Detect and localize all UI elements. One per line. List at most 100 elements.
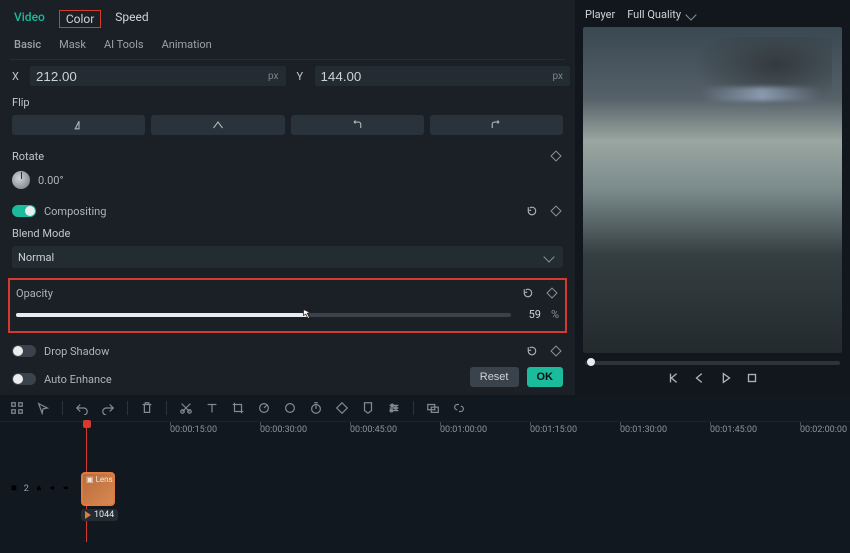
layer-icon[interactable] <box>10 484 18 495</box>
lock-icon[interactable] <box>35 484 43 495</box>
grid-icon[interactable] <box>10 401 24 415</box>
play-button[interactable] <box>719 371 733 385</box>
compositing-keyframe-icon[interactable] <box>549 204 563 218</box>
tick: 00:01:15:00 <box>530 425 577 435</box>
tab-video[interactable]: Video <box>14 10 45 28</box>
link-icon[interactable] <box>452 401 466 415</box>
picture-icon: ▣ <box>86 475 94 484</box>
keyframe-icon[interactable] <box>335 401 349 415</box>
cursor-icon <box>302 308 314 320</box>
rotate-left-button[interactable] <box>291 115 424 135</box>
adjust-icon[interactable] <box>387 401 401 415</box>
tick: 00:01:00:00 <box>440 425 487 435</box>
playback-scrubber[interactable] <box>585 361 840 365</box>
flip-horizontal-button[interactable] <box>12 115 145 135</box>
flip-label: Flip <box>12 96 563 109</box>
dropshadow-reset-icon[interactable] <box>525 344 539 358</box>
cut-icon[interactable] <box>179 401 193 415</box>
blend-mode-select[interactable]: Normal <box>12 246 563 268</box>
blend-label: Blend Mode <box>12 227 563 240</box>
ok-button[interactable]: OK <box>527 367 564 387</box>
opacity-value: 59 <box>521 308 541 321</box>
opacity-reset-icon[interactable] <box>521 286 535 300</box>
x-unit: px <box>268 71 279 82</box>
player-label: Player <box>585 8 615 21</box>
opacity-label: Opacity <box>16 287 53 300</box>
dropshadow-toggle[interactable] <box>12 345 36 357</box>
tick: 00:00:15:00 <box>170 425 217 435</box>
chevron-down-icon <box>685 9 696 20</box>
prev-button[interactable] <box>667 371 681 385</box>
pointer-icon[interactable] <box>36 401 50 415</box>
compositing-reset-icon[interactable] <box>525 204 539 218</box>
compositing-label: Compositing <box>44 205 106 218</box>
subtab-mask[interactable]: Mask <box>59 38 86 51</box>
eye-icon[interactable] <box>62 484 70 495</box>
rotate-right-button[interactable] <box>430 115 563 135</box>
video-preview[interactable] <box>583 27 842 353</box>
timeline-ruler[interactable]: 00:00:15:00 00:00:30:00 00:00:45:00 00:0… <box>80 422 850 442</box>
opacity-slider[interactable] <box>16 313 511 317</box>
redo-icon[interactable] <box>101 401 115 415</box>
mute-icon[interactable] <box>49 484 57 495</box>
tab-speed[interactable]: Speed <box>115 10 148 28</box>
group-icon[interactable] <box>426 401 440 415</box>
flip-vertical-button[interactable] <box>151 115 284 135</box>
speed-icon[interactable] <box>257 401 271 415</box>
marker-icon[interactable] <box>361 401 375 415</box>
top-tabs: Video Color Speed <box>10 8 565 34</box>
tick: 00:01:45:00 <box>710 425 757 435</box>
undo-icon[interactable] <box>75 401 89 415</box>
trash-icon[interactable] <box>140 401 154 415</box>
color-icon[interactable] <box>283 401 297 415</box>
tick: 00:00:45:00 <box>350 425 397 435</box>
quality-select[interactable]: Full Quality <box>627 8 699 21</box>
inspector-panel: Video Color Speed Basic Mask AI Tools An… <box>0 0 575 395</box>
blend-value: Normal <box>18 251 54 264</box>
subtab-basic[interactable]: Basic <box>14 38 41 51</box>
timeline-toolbar <box>0 395 850 422</box>
timer-icon[interactable] <box>309 401 323 415</box>
sub-tabs: Basic Mask AI Tools Animation <box>10 34 565 60</box>
opacity-keyframe-icon[interactable] <box>545 286 559 300</box>
tick: 00:02:00:00 <box>800 425 847 435</box>
opacity-unit: % <box>551 308 559 321</box>
track-number: 2 <box>24 484 29 494</box>
x-label: X <box>12 70 22 83</box>
stop-button[interactable] <box>745 371 759 385</box>
play-tiny-icon <box>85 511 91 519</box>
opacity-section: Opacity 59 % <box>8 278 567 333</box>
rotate-dial[interactable] <box>12 171 30 189</box>
subtab-aitools[interactable]: AI Tools <box>104 38 144 51</box>
text-icon[interactable] <box>205 401 219 415</box>
tick: 00:01:30:00 <box>620 425 667 435</box>
tab-color[interactable]: Color <box>59 10 101 28</box>
reset-button[interactable]: Reset <box>470 367 519 387</box>
rotate-value: 0.00° <box>38 174 64 187</box>
rotate-keyframe-icon[interactable] <box>549 149 563 163</box>
clip-1044-label: 1044 <box>94 510 114 520</box>
step-back-button[interactable] <box>693 371 707 385</box>
rotate-label: Rotate <box>12 150 44 163</box>
y-label: Y <box>297 70 307 83</box>
clip-lens-label: Lens <box>96 475 113 484</box>
scrubber-handle[interactable] <box>587 358 595 366</box>
crop-icon[interactable] <box>231 401 245 415</box>
dropshadow-label: Drop Shadow <box>44 345 109 358</box>
tick: 00:00:30:00 <box>260 425 307 435</box>
player-panel: Player Full Quality <box>575 0 850 395</box>
timeline-panel: 00:00:15:00 00:00:30:00 00:00:45:00 00:0… <box>0 395 850 553</box>
chevron-down-icon <box>543 251 554 262</box>
y-input[interactable] <box>315 66 571 86</box>
quality-value: Full Quality <box>627 8 681 21</box>
x-input[interactable] <box>30 66 286 86</box>
subtab-animation[interactable]: Animation <box>162 38 212 51</box>
clip-1044[interactable]: 1044 <box>81 509 118 521</box>
autoenhance-toggle[interactable] <box>12 373 36 385</box>
y-unit: px <box>552 71 563 82</box>
compositing-toggle[interactable] <box>12 205 36 217</box>
clip-lens[interactable]: ▣Lens <box>81 472 115 506</box>
sunbeam-art <box>702 87 822 101</box>
dropshadow-keyframe-icon[interactable] <box>549 344 563 358</box>
autoenhance-label: Auto Enhance <box>44 373 112 386</box>
